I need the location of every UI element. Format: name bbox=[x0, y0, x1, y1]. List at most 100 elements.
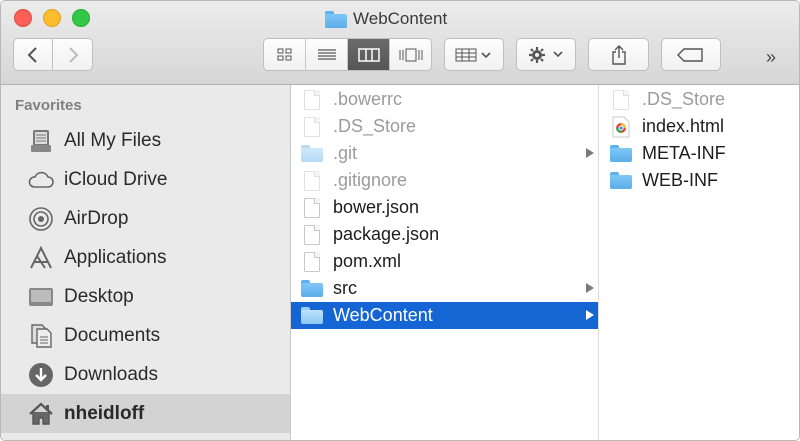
folder-icon bbox=[301, 143, 323, 165]
disclosure-arrow-icon bbox=[586, 148, 594, 158]
list-view-icon bbox=[317, 48, 336, 60]
airdrop-icon bbox=[28, 206, 54, 232]
arrange-grid-icon bbox=[455, 48, 491, 61]
downloads-icon bbox=[28, 362, 54, 388]
cover-flow-view-button[interactable] bbox=[390, 39, 431, 70]
sidebar: Favorites All My Files iCloud Drive AirD… bbox=[1, 85, 291, 440]
chevron-right-icon bbox=[68, 46, 78, 63]
sidebar-item-airdrop[interactable]: AirDrop bbox=[1, 199, 290, 238]
file-name: .bowerrc bbox=[333, 89, 403, 109]
view-mode-control bbox=[263, 38, 432, 71]
window-title: WebContent bbox=[325, 8, 447, 30]
finder-window: WebContent » Favorites All My Files iClo… bbox=[0, 0, 800, 441]
sidebar-item-applications[interactable]: Applications bbox=[1, 238, 290, 277]
sidebar-item-documents[interactable]: Documents bbox=[1, 316, 290, 355]
file-icon bbox=[610, 89, 632, 111]
sidebar-item-desktop[interactable]: Desktop bbox=[1, 277, 290, 316]
cover-flow-view-icon bbox=[399, 48, 422, 61]
all-files-icon bbox=[28, 128, 54, 154]
arrange-button[interactable] bbox=[444, 38, 504, 71]
file-name: .DS_Store bbox=[333, 116, 417, 136]
file-name: .DS_Store bbox=[642, 89, 726, 109]
file-name: .gitignore bbox=[333, 170, 408, 190]
list-item[interactable]: .git bbox=[291, 140, 598, 167]
sidebar-item-label: nheidloff bbox=[64, 402, 145, 424]
sidebar-item-all-my-files[interactable]: All My Files bbox=[1, 121, 290, 160]
sidebar-item-label: iCloud Drive bbox=[64, 168, 168, 190]
list-item[interactable]: package.json bbox=[291, 221, 598, 248]
folder-icon bbox=[325, 10, 347, 28]
file-name: bower.json bbox=[333, 197, 420, 217]
file-name: WebContent bbox=[333, 305, 433, 325]
folder-icon bbox=[301, 305, 323, 327]
list-item[interactable]: src bbox=[291, 275, 598, 302]
minimize-button[interactable] bbox=[43, 9, 61, 27]
home-icon bbox=[28, 401, 54, 427]
share-icon bbox=[611, 44, 626, 65]
file-name: index.html bbox=[642, 116, 725, 136]
file-icon bbox=[301, 170, 323, 192]
sidebar-item-nheidloff[interactable]: nheidloff bbox=[1, 394, 290, 433]
disclosure-arrow-icon bbox=[586, 310, 594, 320]
tag-icon bbox=[677, 47, 703, 62]
sidebar-item-downloads[interactable]: Downloads bbox=[1, 355, 290, 394]
sidebar-item-label: All My Files bbox=[64, 129, 162, 151]
file-name: WEB-INF bbox=[642, 170, 718, 190]
close-button[interactable] bbox=[14, 9, 32, 27]
column-view-icon bbox=[357, 47, 380, 62]
file-icon bbox=[301, 197, 323, 219]
file-name: .git bbox=[333, 143, 358, 163]
applications-icon bbox=[28, 245, 54, 271]
file-icon bbox=[301, 251, 323, 273]
share-button[interactable] bbox=[588, 38, 649, 71]
file-icon bbox=[301, 89, 323, 111]
browser-column-1: .bowerrc .DS_Store .git .gitignore bower… bbox=[291, 85, 599, 440]
window-title-text: WebContent bbox=[353, 9, 448, 28]
file-name: META-INF bbox=[642, 143, 726, 163]
action-menu-button[interactable] bbox=[516, 38, 576, 71]
toolbar: WebContent » bbox=[1, 1, 799, 85]
toolbar-overflow-button[interactable]: » bbox=[766, 47, 776, 68]
file-name: pom.xml bbox=[333, 251, 402, 271]
sidebar-item-label: Applications bbox=[64, 246, 167, 268]
file-icon bbox=[301, 224, 323, 246]
list-item-selected[interactable]: WebContent bbox=[291, 302, 598, 329]
list-item[interactable]: WEB-INF bbox=[600, 167, 799, 194]
list-item[interactable]: .bowerrc bbox=[291, 86, 598, 113]
folder-icon bbox=[610, 170, 632, 192]
forward-button[interactable] bbox=[53, 38, 93, 71]
list-item[interactable]: bower.json bbox=[291, 194, 598, 221]
chevron-left-icon bbox=[27, 46, 37, 63]
file-icon bbox=[301, 116, 323, 138]
list-item[interactable]: .gitignore bbox=[291, 167, 598, 194]
documents-icon bbox=[28, 323, 54, 349]
column-view-button[interactable] bbox=[348, 39, 390, 70]
sidebar-item-label: Desktop bbox=[64, 285, 134, 307]
tags-button[interactable] bbox=[661, 38, 721, 71]
browser-column-2: .DS_Store index.html META-INF WEB-INF bbox=[600, 85, 799, 440]
cloud-icon bbox=[28, 167, 54, 193]
folder-icon bbox=[610, 143, 632, 165]
disclosure-arrow-icon bbox=[586, 283, 594, 293]
desktop-icon bbox=[28, 284, 54, 310]
list-item[interactable]: .DS_Store bbox=[600, 86, 799, 113]
file-name: package.json bbox=[333, 224, 440, 244]
icon-view-button[interactable] bbox=[264, 39, 306, 70]
html-file-icon bbox=[610, 116, 632, 138]
list-item[interactable]: index.html bbox=[600, 113, 799, 140]
sidebar-item-label: Documents bbox=[64, 324, 161, 346]
list-item[interactable]: .DS_Store bbox=[291, 113, 598, 140]
folder-icon bbox=[301, 278, 323, 300]
list-item[interactable]: pom.xml bbox=[291, 248, 598, 275]
sidebar-item-icloud-drive[interactable]: iCloud Drive bbox=[1, 160, 290, 199]
sidebar-header: Favorites bbox=[15, 97, 82, 114]
gear-icon bbox=[529, 46, 563, 63]
zoom-button[interactable] bbox=[72, 9, 90, 27]
sidebar-item-label: Downloads bbox=[64, 363, 158, 385]
file-name: src bbox=[333, 278, 357, 298]
list-view-button[interactable] bbox=[306, 39, 348, 70]
back-button[interactable] bbox=[13, 38, 53, 71]
icon-view-icon bbox=[277, 48, 291, 60]
list-item[interactable]: META-INF bbox=[600, 140, 799, 167]
sidebar-item-label: AirDrop bbox=[64, 207, 129, 229]
